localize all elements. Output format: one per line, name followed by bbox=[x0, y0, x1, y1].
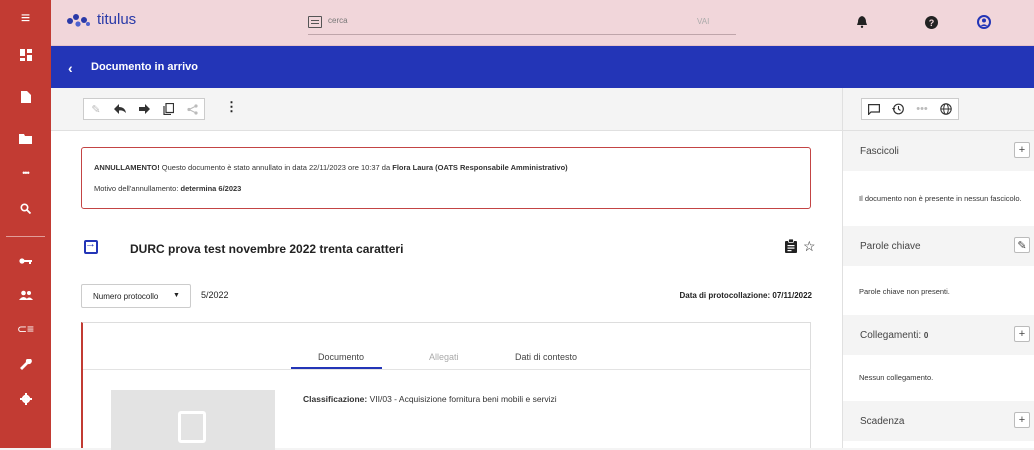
page-header: ‹ Documento in arrivo bbox=[51, 46, 1034, 88]
sidebar-separator bbox=[6, 236, 45, 237]
more-horizontal-icon[interactable]: ••• bbox=[910, 99, 934, 119]
search-icon[interactable] bbox=[0, 193, 51, 223]
search-submit-button[interactable]: VAI bbox=[697, 17, 709, 26]
protocol-date-value: 07/11/2022 bbox=[772, 291, 812, 300]
forward-icon[interactable] bbox=[132, 99, 156, 119]
document-preview[interactable] bbox=[111, 390, 275, 450]
edit-keywords-button[interactable]: ✎ bbox=[1014, 237, 1030, 253]
alert-title: ANNULLAMENTO! bbox=[94, 163, 160, 172]
section-fascicoli-body: Il documento non è presente in nessun fa… bbox=[859, 194, 1022, 203]
main-content: ✎ ⋮ ANNULLAMENTO! Questo documento è sta… bbox=[51, 88, 842, 450]
protocol-date: Data di protocollazione: 07/11/2022 bbox=[679, 291, 812, 300]
classification-label: Classificazione: bbox=[303, 394, 370, 404]
right-panel: ••• Fascicoli + Il documento non è prese… bbox=[842, 88, 1034, 448]
users-icon[interactable] bbox=[0, 280, 51, 310]
section-parole-chiave-body: Parole chiave non presenti. bbox=[859, 287, 950, 296]
more-options-icon[interactable]: ⋮ bbox=[225, 99, 238, 115]
tab-bar: Documento Allegati Dati di contesto bbox=[83, 323, 811, 370]
tab-dati-di-contesto[interactable]: Dati di contesto bbox=[515, 352, 577, 362]
keyboard-icon bbox=[308, 16, 322, 28]
share-icon[interactable] bbox=[180, 99, 204, 119]
protocol-type-select[interactable]: Numero protocollo ▼ bbox=[81, 284, 191, 308]
add-fascicolo-button[interactable]: + bbox=[1014, 142, 1030, 158]
alert-author: Flora Laura (OATS Responsabile Amministr… bbox=[392, 163, 568, 172]
cancellation-alert: ANNULLAMENTO! Questo documento è stato a… bbox=[81, 147, 811, 209]
logo-text: titulus bbox=[97, 11, 137, 28]
add-scadenza-button[interactable]: + bbox=[1014, 412, 1030, 428]
key-icon[interactable] bbox=[0, 246, 51, 276]
wrench-icon[interactable] bbox=[0, 350, 51, 380]
section-parole-chiave-title: Parole chiave bbox=[860, 241, 921, 252]
hamburger-menu-icon[interactable]: ≡ bbox=[0, 4, 51, 34]
alert-reason-label: Motivo dell'annullamento: bbox=[94, 184, 181, 193]
star-icon[interactable]: ☆ bbox=[803, 238, 816, 255]
section-scadenza-title: Scadenza bbox=[860, 416, 905, 427]
protocol-type-label: Numero protocollo bbox=[93, 292, 159, 301]
document-toolbar: ✎ ⋮ bbox=[51, 88, 842, 131]
page-title: Documento in arrivo bbox=[91, 61, 198, 73]
back-icon[interactable]: ‹ bbox=[68, 60, 73, 76]
comment-icon[interactable] bbox=[862, 99, 886, 119]
history-icon[interactable] bbox=[886, 99, 910, 119]
search-placeholder: cerca bbox=[328, 16, 348, 25]
user-icon[interactable] bbox=[975, 13, 993, 31]
copy-icon[interactable] bbox=[156, 99, 180, 119]
search-input[interactable]: cerca bbox=[308, 16, 736, 35]
add-collegamento-button[interactable]: + bbox=[1014, 326, 1030, 342]
list-icon[interactable]: ⊂≡ bbox=[0, 314, 51, 344]
titulus-logo[interactable]: titulus bbox=[66, 11, 136, 28]
reply-icon[interactable] bbox=[108, 99, 132, 119]
sidebar: ≡ ••• ⊂≡ bbox=[0, 0, 51, 448]
alert-text: Questo documento è stato annullato in da… bbox=[159, 163, 393, 172]
caret-down-icon: ▼ bbox=[173, 292, 180, 299]
collegamenti-label: Collegamenti: bbox=[860, 330, 924, 341]
alert-reason-value: determina 6/2023 bbox=[180, 184, 242, 193]
alert-message: ANNULLAMENTO! Questo documento è stato a… bbox=[94, 163, 568, 172]
tab-allegati[interactable]: Allegati bbox=[429, 352, 459, 362]
tab-documento[interactable]: Documento bbox=[318, 352, 364, 362]
section-fascicoli-title: Fascicoli bbox=[860, 146, 899, 157]
active-tab-indicator bbox=[291, 367, 382, 369]
logo-icon bbox=[67, 13, 90, 27]
gear-icon[interactable] bbox=[0, 384, 51, 414]
top-bar: titulus cerca VAI ? bbox=[51, 0, 1034, 46]
document-tab-panel: Documento Allegati Dati di contesto Clas… bbox=[81, 322, 811, 450]
protocol-number: 5/2022 bbox=[201, 290, 229, 300]
section-parole-chiave-header: Parole chiave ✎ bbox=[843, 226, 1034, 266]
clipboard-icon[interactable] bbox=[785, 238, 799, 255]
incoming-document-icon bbox=[84, 238, 98, 254]
dashboard-icon[interactable] bbox=[0, 40, 51, 70]
section-collegamenti-body: Nessun collegamento. bbox=[859, 373, 934, 382]
image-icon bbox=[178, 411, 206, 443]
document-icon[interactable] bbox=[0, 82, 51, 112]
bell-icon[interactable] bbox=[853, 13, 871, 31]
toolbar-button-group: ✎ bbox=[83, 98, 205, 120]
section-scadenza-header: Scadenza + bbox=[843, 401, 1034, 441]
protocol-date-label: Data di protocollazione: bbox=[679, 291, 773, 300]
help-icon[interactable]: ? bbox=[922, 13, 940, 31]
section-collegamenti-title: Collegamenti: 0 bbox=[860, 330, 928, 341]
alert-reason: Motivo dell'annullamento: determina 6/20… bbox=[94, 184, 241, 193]
globe-icon[interactable] bbox=[934, 99, 958, 119]
more-icon[interactable]: ••• bbox=[0, 158, 51, 188]
classification: Classificazione: VII/03 - Acquisizione f… bbox=[303, 394, 557, 404]
section-collegamenti-header: Collegamenti: 0 + bbox=[843, 315, 1034, 355]
svg-text:?: ? bbox=[928, 18, 934, 28]
section-fascicoli-header: Fascicoli + bbox=[843, 131, 1034, 171]
folder-icon[interactable] bbox=[0, 124, 51, 154]
collegamenti-count: 0 bbox=[923, 331, 929, 340]
document-title: DURC prova test novembre 2022 trenta car… bbox=[130, 242, 404, 256]
edit-icon[interactable]: ✎ bbox=[84, 99, 108, 119]
classification-value: VII/03 - Acquisizione fornitura beni mob… bbox=[369, 394, 557, 404]
right-panel-toolbar: ••• bbox=[843, 88, 1034, 131]
right-panel-button-group: ••• bbox=[861, 98, 959, 120]
